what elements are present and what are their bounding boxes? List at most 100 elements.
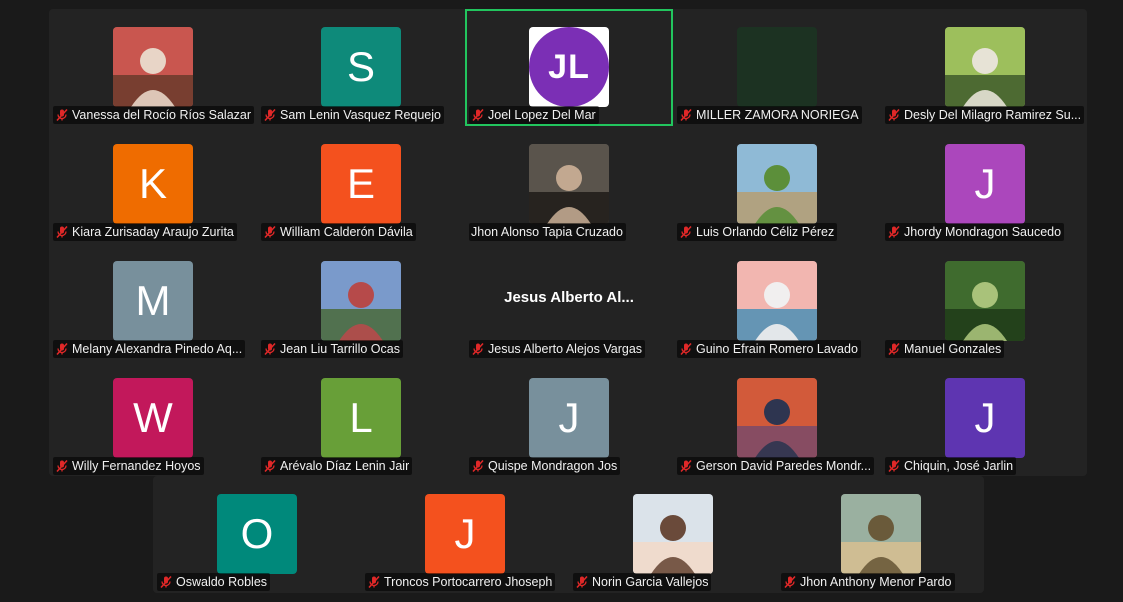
participant-tile-manuel-gonzales[interactable]: Manuel Gonzales [881,243,1089,360]
muted-mic-icon [368,575,380,589]
gallery-grid: Vanessa del Rocío Ríos Salazar S Sam Lenin… [49,9,1087,476]
participant-name-label: Sam Lenin Vasquez Requejo [261,106,444,124]
muted-mic-icon [264,225,276,239]
participant-tile-luis-orlando-celiz-perez[interactable]: Luis Orlando Céliz Pérez [673,126,881,243]
participant-name-label: William Calderón Dávila [261,223,416,241]
avatar-photo [945,27,1025,107]
participant-tile-jean-liu-tarrillo-ocas[interactable]: Jean Liu Tarrillo Ocas [257,243,465,360]
avatar-initial: W [113,378,193,458]
avatar-initials-text: JL [529,27,609,107]
muted-mic-icon [56,108,68,122]
avatar-initial: K [113,144,193,224]
avatar-video-off [737,27,817,107]
participant-tile-gerson-david-paredes-mondr[interactable]: Gerson David Paredes Mondr... [673,360,881,477]
avatar-photo [737,144,817,224]
avatar-initial: J [945,378,1025,458]
participant-name-label: Desly Del Milagro Ramirez Su... [885,106,1085,124]
participant-name-label: Vanessa del Rocío Ríos Salazar [53,106,255,124]
participant-tile-desly-del-milagro-ramirez-su[interactable]: Desly Del Milagro Ramirez Su... [881,9,1089,126]
avatar-photo [113,27,193,107]
participant-tile-jhon-alonso-tapia-cruzado[interactable]: Jhon Alonso Tapia Cruzado [465,126,673,243]
participant-name-banner: Jesus Alberto Al... [504,289,634,306]
avatar-initial: J [945,144,1025,224]
participant-name: Manuel Gonzales [904,342,1002,356]
avatar-initial: S [321,27,401,107]
muted-mic-icon [472,108,484,122]
participant-name-label: Troncos Portocarrero Jhoseph [365,573,556,591]
avatar-initial: O [217,494,297,574]
participant-tile-vanessa-del-rocio-rios-salazar[interactable]: Vanessa del Rocío Ríos Salazar [49,9,257,126]
participant-name: MILLER ZAMORA NORIEGA [696,108,859,122]
muted-mic-icon [680,108,692,122]
participant-name: Arévalo Díaz Lenin Jair [280,459,410,473]
avatar-initial: E [321,144,401,224]
muted-mic-icon [472,459,484,473]
participant-name-label: Manuel Gonzales [885,340,1005,358]
muted-mic-icon [576,575,588,589]
participant-name: Vanessa del Rocío Ríos Salazar [72,108,252,122]
participant-name-label: Norin Garcia Vallejos [573,573,712,591]
avatar-initials: JL [529,27,609,107]
muted-mic-icon [888,108,900,122]
avatar-photo [945,261,1025,341]
participant-tile-willy-fernandez-hoyos[interactable]: W Willy Fernandez Hoyos [49,360,257,477]
participant-tile-sam-lenin-vasquez-requejo[interactable]: S Sam Lenin Vasquez Requejo [257,9,465,126]
participant-tile-jhon-anthony-menor-pardo[interactable]: Jhon Anthony Menor Pardo [777,476,985,593]
participant-tile-guino-efrain-romero-lavado[interactable]: Guino Efrain Romero Lavado [673,243,881,360]
participant-name-label: Jesus Alberto Alejos Vargas [469,340,646,358]
avatar-photo [321,261,401,341]
participant-name: Oswaldo Robles [176,575,268,589]
participant-name-label: Quispe Mondragon Jos [469,457,621,475]
participant-name: Chiquin, José Jarlin [904,459,1014,473]
participant-name: Willy Fernandez Hoyos [72,459,201,473]
participant-tile-norin-garcia-vallejos[interactable]: Norin Garcia Vallejos [569,476,777,593]
muted-mic-icon [472,342,484,356]
muted-mic-icon [264,459,276,473]
muted-mic-icon [680,342,692,356]
participant-tile-kiara-zurisaday-araujo-zurita[interactable]: K Kiara Zurisaday Araujo Zurita [49,126,257,243]
participant-name-label: Jhon Anthony Menor Pardo [781,573,955,591]
muted-mic-icon [264,108,276,122]
participant-name-label: Jhordy Mondragon Saucedo [885,223,1065,241]
participant-name: Guino Efrain Romero Lavado [696,342,858,356]
participant-tile-arevalo-diaz-lenin-jair[interactable]: L Arévalo Díaz Lenin Jair [257,360,465,477]
participant-name-label: Arévalo Díaz Lenin Jair [261,457,413,475]
participant-name-label: Melany Alexandra Pinedo Aq... [53,340,246,358]
muted-mic-icon [264,342,276,356]
participant-tile-miller-zamora-noriega[interactable]: MILLER ZAMORA NORIEGA [673,9,881,126]
participant-name: Jhordy Mondragon Saucedo [904,225,1062,239]
participant-tile-joel-lopez-del-mar[interactable]: JL Joel Lopez Del Mar [465,9,673,126]
participant-name: Melany Alexandra Pinedo Aq... [72,342,243,356]
participant-tile-jhordy-mondragon-saucedo[interactable]: J Jhordy Mondragon Saucedo [881,126,1089,243]
participant-name-label: Gerson David Paredes Mondr... [677,457,875,475]
participant-tile-oswaldo-robles[interactable]: O Oswaldo Robles [153,476,361,593]
participant-name: Jhon Alonso Tapia Cruzado [471,225,623,239]
muted-mic-icon [56,342,68,356]
participant-tile-melany-alexandra-pinedo-aq[interactable]: M Melany Alexandra Pinedo Aq... [49,243,257,360]
participant-name: Norin Garcia Vallejos [592,575,709,589]
muted-mic-icon [680,225,692,239]
participant-name: Troncos Portocarrero Jhoseph [384,575,553,589]
avatar-initial: J [425,494,505,574]
participant-name: Sam Lenin Vasquez Requejo [280,108,441,122]
participant-name: Quispe Mondragon Jos [488,459,618,473]
participant-tile-jesus-alberto-alejos-vargas[interactable]: Jesus Alberto Al... Jesus Alberto Alejos … [465,243,673,360]
muted-mic-icon [56,459,68,473]
participant-name-label: Chiquin, José Jarlin [885,457,1017,475]
participant-tile-quispe-mondragon-jos[interactable]: J Quispe Mondragon Jos [465,360,673,477]
muted-mic-icon [160,575,172,589]
participant-name: William Calderón Dávila [280,225,413,239]
avatar-photo [737,261,817,341]
participant-name: Jean Liu Tarrillo Ocas [280,342,400,356]
participant-tile-chiquin-jose-jarlin[interactable]: J Chiquin, José Jarlin [881,360,1089,477]
muted-mic-icon [888,342,900,356]
muted-mic-icon [680,459,692,473]
participant-tile-william-calderon-davila[interactable]: E William Calderón Dávila [257,126,465,243]
participant-name: Kiara Zurisaday Araujo Zurita [72,225,234,239]
participant-name-label: Oswaldo Robles [157,573,271,591]
participant-name-label: Kiara Zurisaday Araujo Zurita [53,223,237,241]
muted-mic-icon [784,575,796,589]
participant-tile-troncos-portocarrero-jhoseph[interactable]: J Troncos Portocarrero Jhoseph [361,476,569,593]
participant-name-label: Jhon Alonso Tapia Cruzado [469,223,626,241]
participant-name: Joel Lopez Del Mar [488,108,596,122]
